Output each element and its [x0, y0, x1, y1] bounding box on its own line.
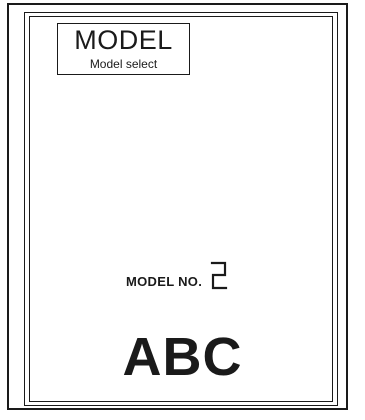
display-text: ABC [122, 327, 243, 387]
model-number-label: MODEL NO. [126, 273, 203, 289]
seven-segment-digit: 2 [211, 261, 228, 290]
model-number-row: MODEL NO. 2 [126, 256, 228, 296]
model-title: MODEL [74, 25, 173, 55]
model-select-label: Model select [89, 57, 158, 71]
model-select-box[interactable]: MODEL Model select [57, 23, 190, 75]
